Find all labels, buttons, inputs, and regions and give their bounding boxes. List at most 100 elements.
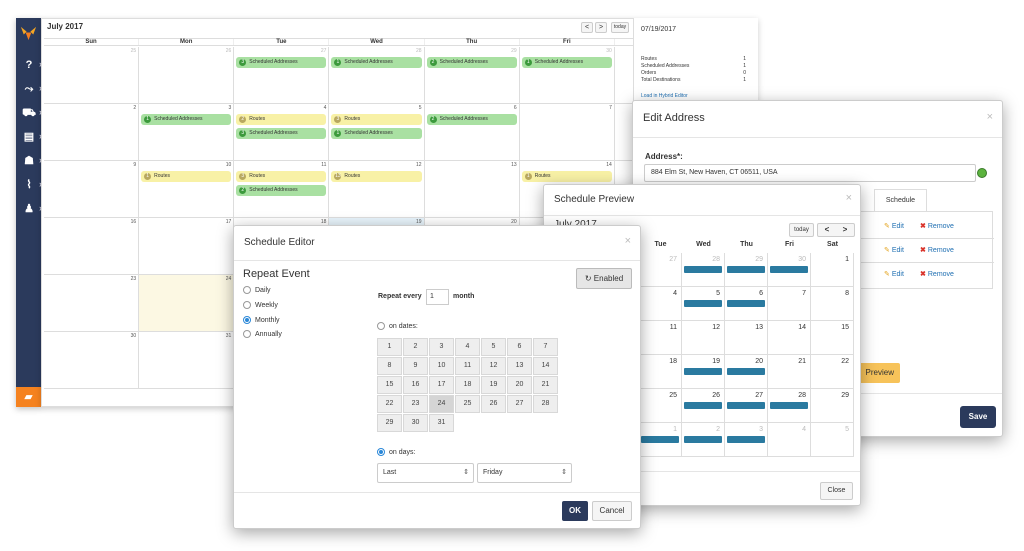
today-button[interactable]: today [789,223,814,237]
date-option[interactable]: 9 [403,357,428,375]
calendar-event[interactable]: 1 Scheduled Addresses [331,57,422,68]
users-icon[interactable]: ♟ [21,201,42,216]
preview-button[interactable]: Preview [857,363,900,383]
calendar-event[interactable]: 13 Routes [331,171,422,182]
analytics-icon[interactable]: ⌇ [21,177,42,192]
calendar-day-cell[interactable]: 26 [139,47,235,103]
calendar-day-cell[interactable]: 16 [44,218,140,274]
calendar-day-cell[interactable]: 23 [44,275,140,331]
date-option[interactable]: 8 [377,357,402,375]
date-option[interactable]: 30 [403,414,428,432]
week-ordinal-select[interactable]: Last [377,463,474,483]
close-icon[interactable]: × [625,235,631,247]
calendar-day-cell[interactable]: 27 [234,47,330,103]
radio-daily[interactable]: Daily [243,286,271,294]
calendar-event[interactable]: 3 Routes [331,114,422,125]
radio-on-dates[interactable]: on dates: [377,322,418,330]
calendar-day-cell[interactable]: 13 [425,161,520,217]
radio-annually[interactable]: Annually [243,330,282,338]
calendar-day-cell[interactable]: 3 [139,104,235,160]
edit-link[interactable]: ✎ Edit [884,270,904,278]
cart-icon[interactable]: ⛟ [21,105,42,120]
calendar-event[interactable]: 3 Scheduled Addresses [236,57,327,68]
date-option[interactable]: 26 [481,395,506,413]
repeat-every-input[interactable]: 1 [426,289,449,305]
calendar-day-cell[interactable]: 30 [44,332,140,388]
chat-icon[interactable]: ▰ [16,387,41,407]
hybrid-editor-link[interactable]: Load in Hybrid Editor [641,93,688,99]
remove-link[interactable]: ✖ Remove [920,270,954,278]
calendar-day-cell[interactable]: 2 [44,104,140,160]
calendar-event[interactable]: 3 Routes [236,171,327,182]
calendar-event[interactable]: 2 Scheduled Addresses [426,114,517,125]
date-option[interactable]: 21 [533,376,558,394]
close-button[interactable]: Close [820,482,853,500]
date-option[interactable]: 6 [507,338,532,356]
calendar-event[interactable]: 3 Scheduled Addresses [236,128,327,139]
tab-schedule[interactable]: Schedule [874,189,927,211]
calendar-day-cell[interactable]: 30 [520,47,615,103]
next-month-button[interactable]: > [595,22,607,33]
date-option[interactable]: 27 [507,395,532,413]
date-option[interactable]: 4 [455,338,480,356]
weekday-select[interactable]: Friday [477,463,572,483]
date-option[interactable]: 10 [429,357,454,375]
date-option[interactable]: 22 [377,395,402,413]
date-option[interactable]: 2 [403,338,428,356]
date-option[interactable]: 11 [455,357,480,375]
calendar-event[interactable]: 2 Scheduled Addresses [426,57,517,68]
date-option[interactable]: 13 [507,357,532,375]
date-option[interactable]: 15 [377,376,402,394]
calendar-event[interactable]: 1 Scheduled Addresses [141,114,232,125]
close-icon[interactable]: × [987,111,993,123]
date-option[interactable]: 12 [481,357,506,375]
enabled-toggle-button[interactable]: ↻ Enabled [576,268,632,289]
date-option[interactable]: 1 [377,338,402,356]
address-input[interactable]: 884 Elm St, New Haven, CT 06511, USA [644,164,976,182]
next-month-button[interactable]: > [843,224,848,236]
date-option[interactable]: 31 [429,414,454,432]
calendar-event[interactable]: 2 Scheduled Addresses [236,185,327,196]
calendar-day-cell[interactable]: 29 [425,47,520,103]
remove-link[interactable]: ✖ Remove [920,222,954,230]
calendar-day-cell[interactable]: 24 [139,275,235,331]
close-icon[interactable]: × [846,192,852,204]
logo-icon[interactable] [19,24,38,43]
ok-button[interactable]: OK [562,501,588,521]
radio-weekly[interactable]: Weekly [243,301,278,309]
calendar-event[interactable]: 1 Routes [141,171,232,182]
calendar-event[interactable]: 1 Routes [521,171,612,182]
date-option[interactable]: 3 [429,338,454,356]
date-option[interactable]: 14 [533,357,558,375]
prev-month-button[interactable]: < [581,22,593,33]
edit-link[interactable]: ✎ Edit [884,246,904,254]
calendar-day-cell[interactable]: 28 [329,47,425,103]
calendar-event[interactable]: 1 Scheduled Addresses [521,57,612,68]
edit-link[interactable]: ✎ Edit [884,222,904,230]
radio-on-days[interactable]: on days: [377,448,415,456]
date-option[interactable]: 17 [429,376,454,394]
date-option[interactable]: 29 [377,414,402,432]
calendar-day-cell[interactable]: 10 [139,161,235,217]
date-option[interactable]: 16 [403,376,428,394]
date-option[interactable]: 25 [455,395,480,413]
date-option[interactable]: 28 [533,395,558,413]
date-option[interactable]: 20 [507,376,532,394]
team-icon[interactable]: ☗ [21,153,42,168]
calendar-day-cell[interactable]: 12 [329,161,425,217]
date-option[interactable]: 24 [429,395,454,413]
cancel-button[interactable]: Cancel [592,501,632,521]
calendar-day-cell[interactable]: 25 [44,47,140,103]
date-option[interactable]: 5 [481,338,506,356]
calendar-day-cell[interactable]: 6 [425,104,520,160]
date-option[interactable]: 19 [481,376,506,394]
help-icon[interactable]: ? [21,57,42,72]
today-button[interactable]: today [611,22,629,33]
routes-icon[interactable]: ⤳ [21,81,42,96]
save-button[interactable]: Save [960,406,996,428]
date-option[interactable]: 23 [403,395,428,413]
calendar-event[interactable]: 2 Routes [236,114,327,125]
date-option[interactable]: 18 [455,376,480,394]
calendar-event[interactable]: 1 Scheduled Addresses [331,128,422,139]
remove-link[interactable]: ✖ Remove [920,246,954,254]
